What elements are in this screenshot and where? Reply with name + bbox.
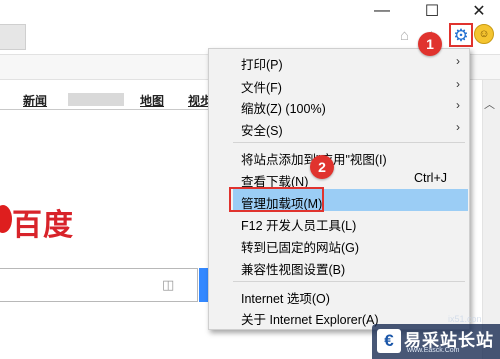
chevron-right-icon: › (456, 77, 460, 91)
chevron-right-icon: › (456, 98, 460, 112)
close-button[interactable]: ✕ (462, 0, 496, 22)
menu-separator (233, 281, 465, 282)
step-badge-1: 1 (418, 32, 442, 56)
scroll-up-icon[interactable]: ︿ (484, 96, 495, 112)
address-field[interactable] (0, 24, 26, 50)
smiley-feedback-icon[interactable]: ☺ (474, 24, 494, 44)
menu-item-compat-view[interactable]: 兼容性视图设置(B) (241, 259, 345, 278)
maximize-button[interactable]: ☐ (415, 0, 449, 22)
camera-icon[interactable]: ◫ (162, 277, 178, 292)
step-badge-2: 2 (310, 155, 334, 179)
annotation-highlight-box (229, 187, 324, 212)
menu-item-safety[interactable]: 安全(S) (241, 120, 283, 139)
minimize-button[interactable]: — (365, 0, 399, 22)
watermark-logo-icon: € (377, 329, 401, 353)
watermark-faint-text: ix51.con (448, 314, 482, 324)
baidu-logo-text: 百度 (12, 208, 74, 243)
menu-item-file[interactable]: 文件(F) (241, 77, 282, 96)
menu-item-print[interactable]: 打印(P) (241, 54, 283, 73)
tools-button[interactable]: ⚙ (449, 23, 473, 47)
menu-separator (233, 142, 465, 143)
nav-link-blank (68, 93, 124, 106)
nav-link-map[interactable]: 地图 (140, 92, 164, 109)
scrollbar[interactable] (482, 80, 500, 359)
chevron-right-icon: › (456, 120, 460, 134)
home-icon[interactable]: ⌂ (400, 27, 409, 44)
menu-item-about-ie[interactable]: 关于 Internet Explorer(A) (241, 309, 379, 328)
menu-item-pinned-sites[interactable]: 转到已固定的网站(G) (241, 237, 359, 256)
menu-item-internet-options[interactable]: Internet 选项(O) (241, 288, 330, 307)
gear-icon: ⚙ (453, 25, 469, 45)
chevron-right-icon: › (456, 54, 460, 68)
menu-item-zoom[interactable]: 缩放(Z) (100%) (241, 98, 326, 117)
shortcut-label: Ctrl+J (414, 171, 447, 185)
watermark-url: www.Easck.Com (407, 347, 460, 354)
menu-item-f12-tools[interactable]: F12 开发人员工具(L) (241, 215, 356, 234)
nav-link-news[interactable]: 新闻 (23, 92, 47, 109)
